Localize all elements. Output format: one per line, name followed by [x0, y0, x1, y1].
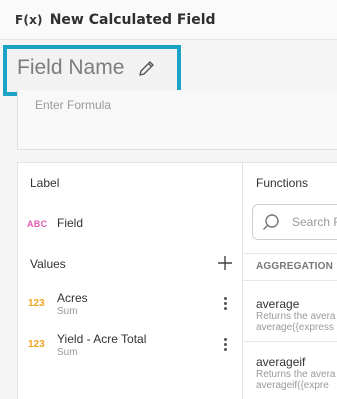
number-type-icon: 123	[28, 298, 45, 309]
function-item-name[interactable]: average	[256, 297, 299, 311]
divider	[243, 280, 337, 281]
value-item-aggregation: Sum	[57, 347, 78, 358]
calculated-field-dialog: F(x) New Calculated Field Field Name Ent…	[0, 0, 337, 399]
function-item-name[interactable]: averageif	[256, 355, 305, 369]
search-icon	[263, 214, 279, 230]
number-type-icon: 123	[28, 339, 45, 350]
value-item-aggregation: Sum	[57, 306, 78, 317]
function-item-syntax: averageif({expre	[256, 380, 329, 391]
divider	[243, 253, 337, 254]
function-icon: F(x)	[15, 12, 43, 27]
value-item-name[interactable]: Acres	[57, 291, 88, 305]
divider	[243, 341, 337, 342]
function-item-description: Returns the avera	[256, 311, 336, 322]
plus-icon[interactable]	[217, 255, 233, 271]
formula-placeholder: Enter Formula	[35, 98, 112, 112]
category-header: AGGREGATION	[256, 261, 334, 272]
value-item-name[interactable]: Yield - Acre Total	[57, 332, 146, 346]
search-placeholder: Search F	[292, 215, 337, 229]
label-field-item[interactable]: Field	[57, 216, 83, 230]
pencil-icon[interactable]	[137, 58, 157, 78]
function-item-description: Returns the avera	[256, 369, 336, 380]
label-section-header: Label	[30, 176, 60, 190]
values-section-header: Values	[30, 257, 66, 271]
dialog-title: New Calculated Field	[49, 11, 216, 28]
dialog-header: F(x) New Calculated Field	[0, 0, 337, 40]
field-name-input[interactable]: Field Name	[17, 56, 124, 80]
functions-section-header: Functions	[256, 176, 309, 190]
more-options-icon[interactable]	[220, 338, 230, 352]
panel-divider	[242, 163, 243, 399]
function-item-syntax: average({express	[256, 322, 334, 333]
more-options-icon[interactable]	[220, 297, 230, 311]
text-type-icon: ABC	[27, 219, 48, 229]
